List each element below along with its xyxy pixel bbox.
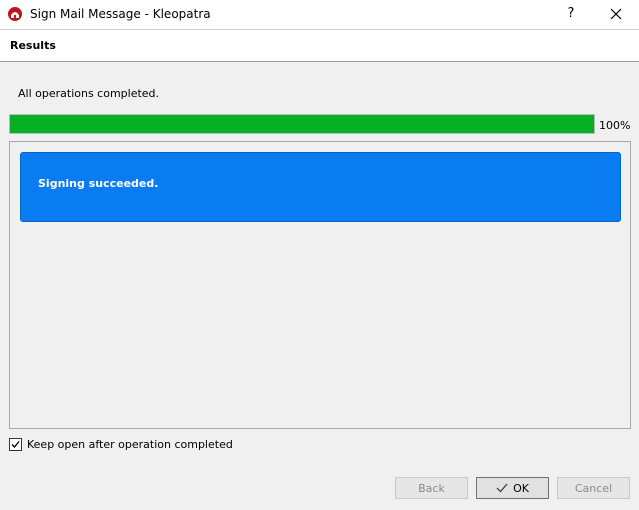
check-icon bbox=[496, 483, 508, 493]
checkmark-icon bbox=[11, 440, 20, 448]
page-title: Results bbox=[10, 39, 56, 52]
result-card: Signing succeeded. bbox=[20, 152, 621, 222]
result-message: Signing succeeded. bbox=[38, 177, 159, 190]
help-button[interactable]: ? bbox=[556, 4, 586, 24]
ok-button[interactable]: OK bbox=[476, 477, 549, 499]
back-button[interactable]: Back bbox=[395, 477, 468, 499]
cancel-button-label: Cancel bbox=[574, 481, 613, 495]
keep-open-label: Keep open after operation completed bbox=[27, 437, 233, 451]
page-header: Results bbox=[0, 29, 639, 62]
window-title: Sign Mail Message - Kleopatra bbox=[30, 7, 211, 21]
progress-fill bbox=[10, 115, 594, 133]
keep-open-option[interactable]: Keep open after operation completed bbox=[9, 436, 233, 452]
close-icon bbox=[610, 8, 622, 20]
close-button[interactable] bbox=[596, 2, 636, 26]
kleopatra-icon bbox=[8, 7, 22, 21]
title-bar: Sign Mail Message - Kleopatra ? bbox=[0, 0, 639, 29]
results-panel: Signing succeeded. bbox=[9, 141, 631, 429]
progress-bar bbox=[9, 114, 595, 134]
progress-label: 100% bbox=[599, 119, 631, 132]
cancel-button[interactable]: Cancel bbox=[557, 477, 630, 499]
back-button-label: Back bbox=[418, 481, 445, 495]
keep-open-checkbox[interactable] bbox=[9, 437, 22, 451]
ok-button-label: OK bbox=[513, 481, 529, 495]
status-text: All operations completed. bbox=[18, 87, 160, 100]
